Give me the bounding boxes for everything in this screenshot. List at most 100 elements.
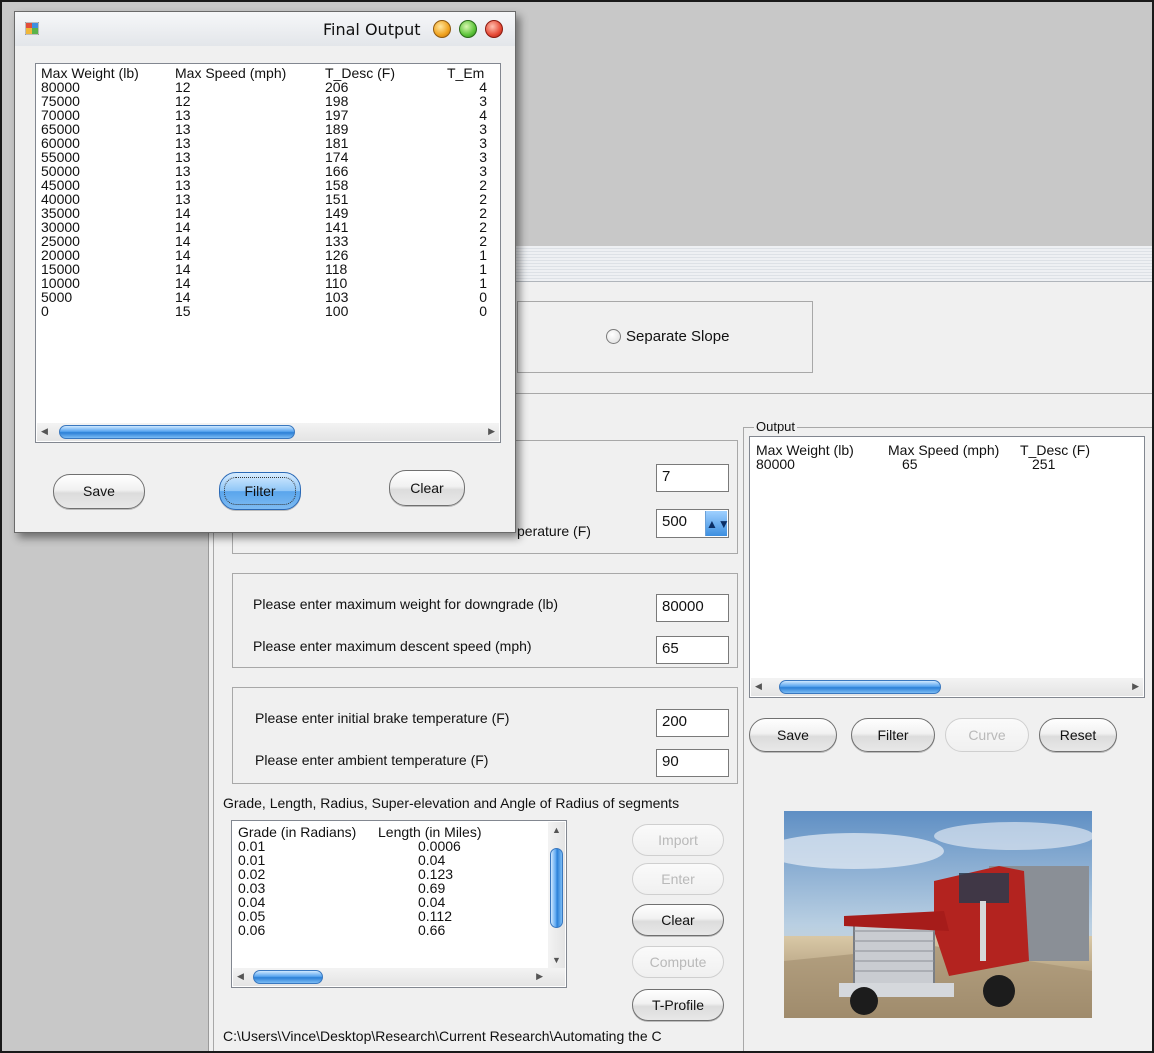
final-output-list[interactable]: Max Weight (lb) Max Speed (mph) T_Desc (F)… — [35, 63, 501, 443]
list-item[interactable]: 0.03 0.69 — [238, 881, 508, 895]
segments-clear-button[interactable]: Clear — [632, 904, 724, 936]
temperature-label: perature (F) — [517, 523, 591, 539]
temperature-spinner-value: 500 — [662, 513, 688, 530]
final-output-cell: 13 — [175, 191, 191, 207]
final-output-cell: 0 — [479, 303, 487, 319]
segments-vscroll-thumb[interactable] — [550, 848, 563, 928]
list-item[interactable]: 80000 12 206 4 — [41, 80, 487, 94]
list-item[interactable]: 80000 65 251 — [756, 457, 1090, 471]
final-output-cell: 158 — [325, 177, 349, 193]
list-item[interactable]: 35000 14 149 2 — [41, 206, 487, 220]
list-item[interactable]: 55000 13 174 3 — [41, 150, 487, 164]
scroll-left-icon[interactable]: ◀ — [755, 681, 762, 692]
segments-list[interactable]: Grade (in Radians) Length (in Miles) 0.01 0… — [231, 820, 567, 988]
final-output-cell: 118 — [325, 261, 348, 277]
final-output-cell: 1 — [479, 261, 487, 277]
final-output-cell: 15 — [175, 303, 191, 319]
maximize-icon[interactable] — [459, 20, 477, 38]
spinner-arrows-icon[interactable]: ▲▼ — [705, 511, 728, 536]
list-item[interactable]: 10000 14 110 1 — [41, 276, 487, 290]
list-item[interactable]: 0 15 100 0 — [41, 304, 487, 318]
list-item[interactable]: 45000 13 158 2 — [41, 178, 487, 192]
list-item[interactable]: 25000 14 133 2 — [41, 234, 487, 248]
ambient-temp-field[interactable]: 90 — [656, 749, 729, 777]
final-output-cell: 14 — [175, 247, 191, 263]
output-list[interactable]: Max Weight (lb) Max Speed (mph) T_Desc (… — [749, 436, 1145, 698]
reset-button[interactable]: Reset — [1039, 718, 1117, 752]
t-profile-button[interactable]: T-Profile — [632, 989, 724, 1021]
segments-header: Grade (in Radians) Length (in Miles) — [238, 825, 508, 839]
list-item[interactable]: 60000 13 181 3 — [41, 136, 487, 150]
final-output-cell: 5000 — [41, 289, 73, 305]
list-item[interactable]: 70000 13 197 4 — [41, 108, 487, 122]
import-button[interactable]: Import — [632, 824, 724, 856]
separate-slope-label[interactable]: Separate Slope — [626, 328, 729, 345]
popup-clear-button[interactable]: Clear — [389, 470, 465, 506]
output-hscroll[interactable]: ◀ ▶ — [751, 678, 1143, 696]
segments-vscroll[interactable]: ▲ ▼ — [548, 822, 565, 968]
list-item[interactable]: 75000 12 198 3 — [41, 94, 487, 108]
scroll-up-icon[interactable]: ▲ — [552, 825, 561, 835]
scroll-right-icon[interactable]: ▶ — [536, 971, 543, 982]
final-output-cell: 133 — [325, 233, 349, 249]
list-item[interactable]: 0.06 0.66 — [238, 923, 508, 937]
output-save-button[interactable]: Save — [749, 718, 837, 752]
close-icon[interactable] — [485, 20, 503, 38]
final-output-cell: 141 — [325, 219, 349, 235]
minimize-icon[interactable] — [433, 20, 451, 38]
final-output-cell: 45000 — [41, 177, 80, 193]
final-output-hscroll-thumb[interactable] — [59, 425, 295, 439]
list-item[interactable]: 0.02 0.123 — [238, 867, 508, 881]
enter-button[interactable]: Enter — [632, 863, 724, 895]
list-item[interactable]: 0.05 0.112 — [238, 909, 508, 923]
popup-filter-button[interactable]: Filter — [219, 472, 301, 510]
final-output-cell: 2 — [479, 177, 487, 193]
list-item[interactable]: 65000 13 189 3 — [41, 122, 487, 136]
list-item[interactable]: 30000 14 141 2 — [41, 220, 487, 234]
segments-cell: 0.0006 — [418, 838, 461, 854]
segments-hscroll[interactable]: ◀ ▶ — [233, 968, 565, 986]
popup-titlebar[interactable]: Final Output — [15, 12, 515, 46]
temperature-spinner[interactable]: 500 ▲▼ — [656, 509, 729, 538]
final-output-cell: 75000 — [41, 93, 80, 109]
scroll-right-icon[interactable]: ▶ — [1132, 681, 1139, 692]
output-group-title: Output — [754, 419, 798, 434]
output-col-weight: Max Weight (lb) — [756, 442, 854, 458]
final-output-hscroll[interactable]: ◀ ▶ — [37, 423, 499, 441]
scroll-left-icon[interactable]: ◀ — [237, 971, 244, 982]
final-output-cell: 13 — [175, 149, 191, 165]
compute-button[interactable]: Compute — [632, 946, 724, 978]
scroll-right-icon[interactable]: ▶ — [488, 426, 495, 437]
output-filter-button[interactable]: Filter — [851, 718, 935, 752]
final-output-cell: 70000 — [41, 107, 80, 123]
final-output-cell: 181 — [325, 135, 349, 151]
list-item[interactable]: 15000 14 118 1 — [41, 262, 487, 276]
scroll-down-icon[interactable]: ▼ — [552, 955, 561, 965]
list-item[interactable]: 50000 13 166 3 — [41, 164, 487, 178]
curve-button[interactable]: Curve — [945, 718, 1029, 752]
list-item[interactable]: 0.04 0.04 — [238, 895, 508, 909]
param1-field[interactable]: 7 — [656, 464, 729, 492]
segments-hscroll-thumb[interactable] — [253, 970, 323, 984]
initial-brake-temp-label: Please enter initial brake temperature (… — [255, 710, 510, 726]
separate-slope-radio[interactable] — [606, 329, 621, 344]
max-weight-field[interactable]: 80000 — [656, 594, 729, 622]
final-output-cell: 80000 — [41, 79, 80, 95]
final-output-cell: 149 — [325, 205, 349, 221]
list-item[interactable]: 0.01 0.04 — [238, 853, 508, 867]
output-hscroll-thumb[interactable] — [779, 680, 941, 694]
popup-title: Final Output — [323, 20, 421, 39]
segments-cell: 0.04 — [418, 852, 446, 868]
segments-cell: 0.112 — [418, 908, 452, 924]
list-item[interactable]: 5000 14 103 0 — [41, 290, 487, 304]
final-output-cell: 13 — [175, 107, 191, 123]
final-output-cell: 14 — [175, 233, 191, 249]
list-item[interactable]: 20000 14 126 1 — [41, 248, 487, 262]
initial-brake-temp-field[interactable]: 200 — [656, 709, 729, 737]
popup-save-button[interactable]: Save — [53, 474, 145, 509]
list-item[interactable]: 0.01 0.0006 — [238, 839, 508, 853]
scroll-left-icon[interactable]: ◀ — [41, 426, 48, 437]
list-item[interactable]: 40000 13 151 2 — [41, 192, 487, 206]
segments-col-header: Grade (in Radians) — [238, 824, 357, 840]
max-speed-field[interactable]: 65 — [656, 636, 729, 664]
